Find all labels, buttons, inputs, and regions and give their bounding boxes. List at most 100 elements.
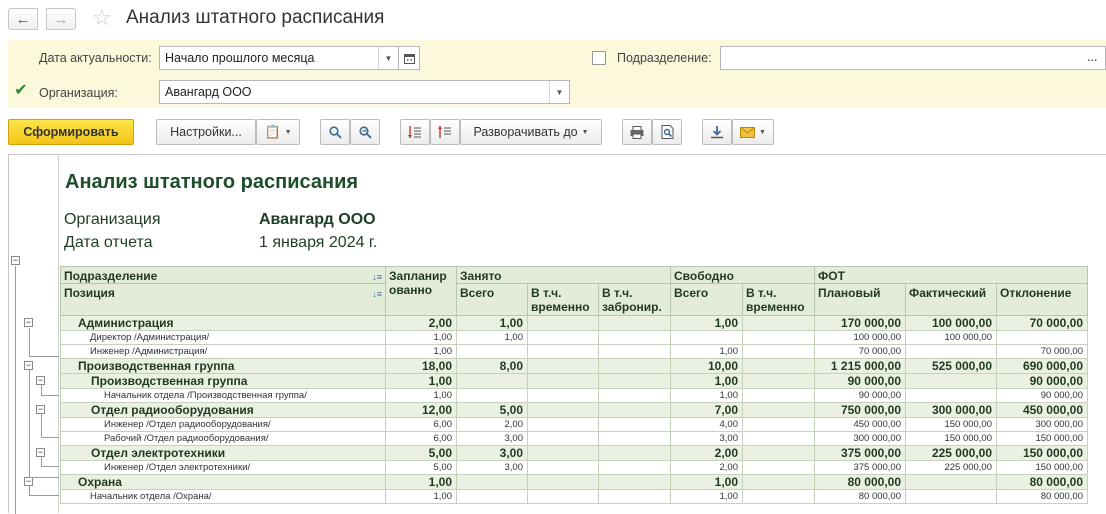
- cell-fot-plan: 375 000,00: [815, 461, 906, 475]
- collapse-group-toggle[interactable]: −: [24, 361, 33, 370]
- cell-fot-dev: [997, 331, 1088, 345]
- organization-select[interactable]: Авангард ООО ▼: [159, 80, 570, 104]
- cell-occ-temp: [528, 389, 599, 403]
- collapse-header-toggle[interactable]: −: [11, 256, 20, 265]
- cell-fot-plan: 100 000,00: [815, 331, 906, 345]
- chevron-down-icon: ▼: [284, 128, 292, 136]
- row-name-cell: Отдел радиооборудования: [60, 403, 386, 418]
- table-row[interactable]: Производственная группа 1,00 1,00 90 000,00…: [60, 374, 1088, 389]
- expand-to-button[interactable]: Разворачивать до ▼: [460, 119, 602, 145]
- outline-tree-line: [29, 356, 59, 357]
- table-row[interactable]: Отдел радиооборудования 12,00 5,00 7,00 750 …: [60, 403, 1088, 418]
- department-checkbox[interactable]: [592, 51, 606, 65]
- chevron-down-icon[interactable]: ▼: [378, 47, 398, 69]
- row-name-cell: Рабочий /Отдел радиооборудования/: [60, 432, 386, 446]
- organization-checkbox[interactable]: ✔: [14, 82, 28, 99]
- envelope-icon: [740, 126, 756, 138]
- cell-free-temp: [743, 389, 815, 403]
- collapse-group-toggle[interactable]: −: [24, 477, 33, 486]
- report-date-label: Дата отчета: [64, 234, 153, 251]
- table-row[interactable]: Начальник отдела /Производственная групп…: [60, 389, 1088, 403]
- cell-occ-total: [457, 389, 528, 403]
- cell-occ-temp: [528, 432, 599, 446]
- collapse-all-button[interactable]: [400, 119, 430, 145]
- table-row[interactable]: Директор /Администрация/1,00 1,00 100 000,…: [60, 331, 1088, 345]
- expand-all-button[interactable]: [430, 119, 460, 145]
- expand-groups-icon: [438, 126, 451, 138]
- cell-occ-reserved: [599, 432, 671, 446]
- cell-fot-fact: 525 000,00: [906, 359, 997, 374]
- cell-occ-reserved: [599, 475, 671, 490]
- cell-fot-fact: 225 000,00: [906, 446, 997, 461]
- row-name-cell: Инженер /Отдел радиооборудования/: [60, 418, 386, 432]
- filter-panel: Дата актуальности: Начало прошлого месяц…: [8, 40, 1106, 108]
- calendar-button[interactable]: [398, 46, 420, 70]
- print-preview-button[interactable]: [652, 119, 682, 145]
- cell-planned: 5,00: [386, 461, 457, 475]
- table-row[interactable]: Отдел электротехники 5,00 3,00 2,00 375 000,…: [60, 446, 1088, 461]
- cell-planned: 18,00: [386, 359, 457, 374]
- send-email-button[interactable]: ▼: [732, 119, 774, 145]
- department-field[interactable]: [720, 46, 1096, 70]
- printer-icon: [630, 125, 644, 139]
- forward-button[interactable]: →: [46, 8, 76, 30]
- cell-free-total: 1,00: [671, 345, 743, 359]
- cell-free-total: 3,00: [671, 432, 743, 446]
- search-next-button[interactable]: [350, 119, 380, 145]
- table-row[interactable]: Рабочий /Отдел радиооборудования/6,00 3,0…: [60, 432, 1088, 446]
- table-row[interactable]: Инженер /Администрация/1,00 1,00 70 000,00…: [60, 345, 1088, 359]
- cell-fot-dev: 80 000,00: [997, 490, 1088, 504]
- variants-button[interactable]: 📋 ▼: [256, 119, 300, 145]
- header-position: Позиция ↓≡: [60, 284, 386, 316]
- department-select-button[interactable]: ...: [1082, 46, 1106, 70]
- cell-fot-plan: 80 000,00: [815, 475, 906, 490]
- cell-free-temp: [743, 331, 815, 345]
- cell-fot-fact: 300 000,00: [906, 403, 997, 418]
- cell-fot-plan: 300 000,00: [815, 432, 906, 446]
- cell-fot-dev: 70 000,00: [997, 345, 1088, 359]
- back-button[interactable]: ←: [8, 8, 38, 30]
- settings-button[interactable]: Настройки...: [156, 119, 256, 145]
- table-row[interactable]: Инженер /Отдел электротехники/5,00 3,00 2,…: [60, 461, 1088, 475]
- cell-planned: 1,00: [386, 331, 457, 345]
- report-variants-icon: 📋: [264, 124, 281, 139]
- table-row[interactable]: Инженер /Отдел радиооборудования/6,00 2,0…: [60, 418, 1088, 432]
- header-free-total: Всего: [671, 284, 743, 316]
- header-free-temp: В т.ч. временно: [743, 284, 815, 316]
- cell-free-temp: [743, 475, 815, 490]
- collapse-group-toggle[interactable]: −: [24, 318, 33, 327]
- cell-fot-dev: 300 000,00: [997, 418, 1088, 432]
- table-row[interactable]: Производственная группа 18,00 8,00 10,00 1 2…: [60, 359, 1088, 374]
- window-title: Анализ штатного расписания: [126, 7, 385, 28]
- search-button[interactable]: [320, 119, 350, 145]
- search-next-icon: [358, 125, 372, 139]
- table-row[interactable]: Охрана 1,00 1,00 80 000,00 80 000,00: [60, 475, 1088, 490]
- cell-fot-plan: 90 000,00: [815, 374, 906, 389]
- cell-occ-reserved: [599, 403, 671, 418]
- collapse-group-toggle[interactable]: −: [36, 405, 45, 414]
- table-row[interactable]: Администрация 2,00 1,00 1,00 170 000,00 100 0…: [60, 316, 1088, 331]
- print-preview-icon: [661, 125, 673, 139]
- cell-fot-fact: 150 000,00: [906, 432, 997, 446]
- organization-select-value: Авангард ООО: [165, 85, 252, 99]
- sort-icon[interactable]: ↓≡: [372, 270, 382, 283]
- save-button[interactable]: [702, 119, 732, 145]
- collapse-group-toggle[interactable]: −: [36, 376, 45, 385]
- cell-fot-dev: 80 000,00: [997, 475, 1088, 490]
- cell-planned: 12,00: [386, 403, 457, 418]
- print-button[interactable]: [622, 119, 652, 145]
- cell-occ-total: [457, 475, 528, 490]
- sort-icon[interactable]: ↓≡: [372, 287, 382, 301]
- date-select[interactable]: Начало прошлого месяца ▼: [159, 46, 399, 70]
- cell-free-temp: [743, 418, 815, 432]
- chevron-down-icon[interactable]: ▼: [549, 81, 569, 103]
- organization-label: Организация:: [39, 86, 118, 100]
- cell-free-total: 2,00: [671, 446, 743, 461]
- arrow-left-icon: ←: [15, 10, 31, 28]
- cell-fot-fact: 100 000,00: [906, 316, 997, 331]
- table-row[interactable]: Начальник отдела /Охрана/1,00 1,00 80 000,…: [60, 490, 1088, 504]
- generate-button[interactable]: Сформировать: [8, 119, 134, 145]
- calendar-icon: [403, 53, 415, 64]
- row-name-cell: Инженер /Отдел электротехники/: [60, 461, 386, 475]
- favorite-star-icon[interactable]: ☆: [92, 6, 112, 30]
